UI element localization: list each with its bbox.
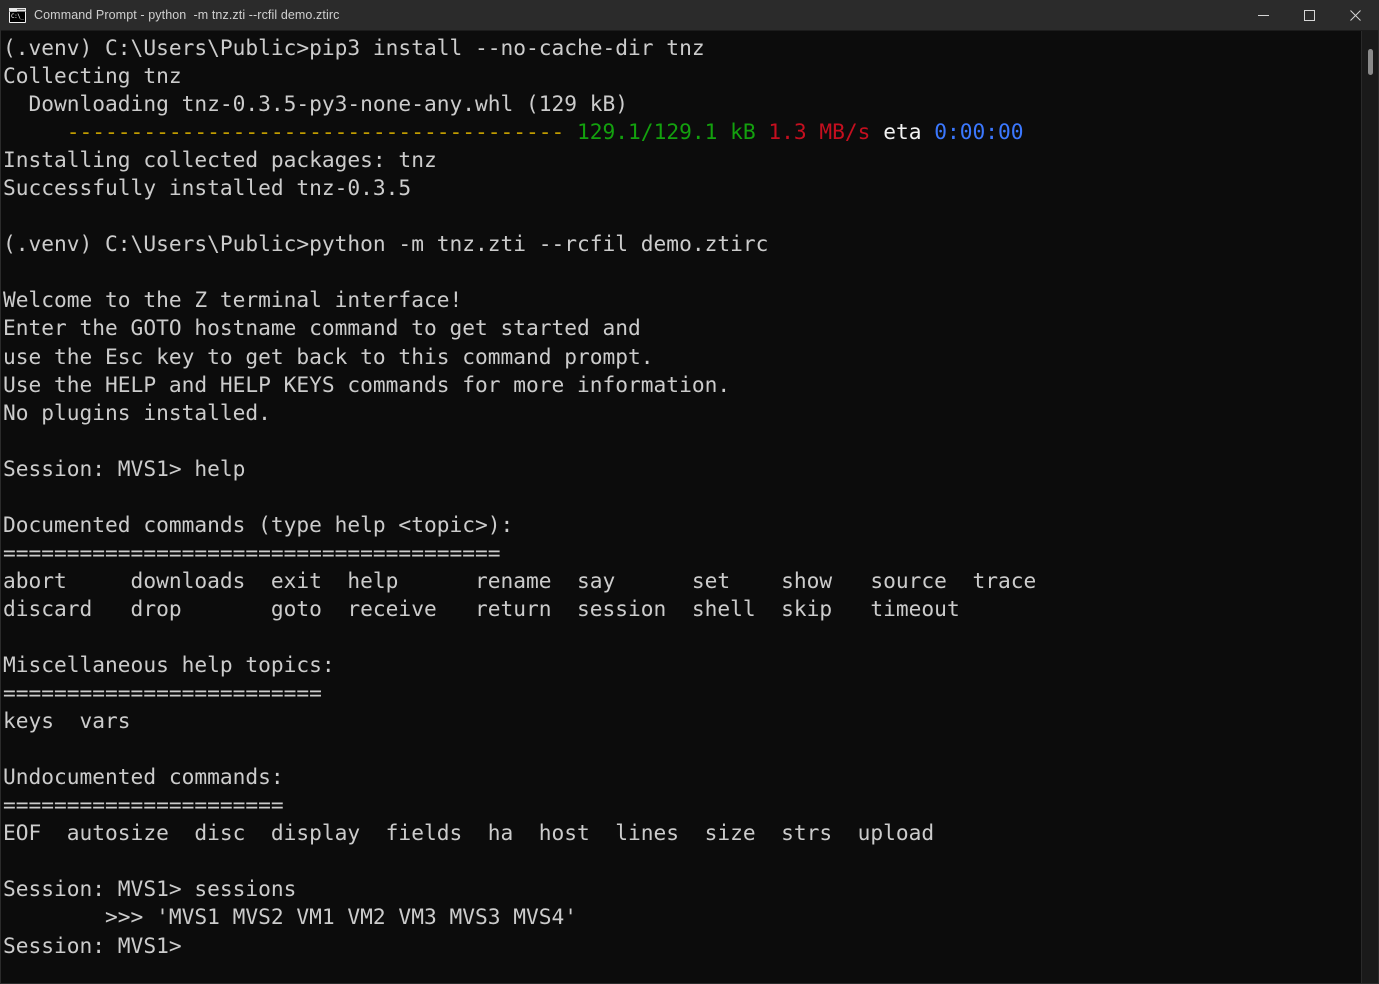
terminal-line: Enter the GOTO hostname command to get s…: [3, 314, 1361, 342]
terminal-line: Downloading tnz-0.3.5-py3-none-any.whl (…: [3, 90, 1361, 118]
terminal-line: Session: MVS1> sessions: [3, 875, 1361, 903]
terminal-text: ======================: [3, 792, 284, 817]
cmd-prompt-icon[interactable]: C:\_: [9, 8, 26, 23]
terminal-text: 129.1/129.1 kB: [577, 119, 756, 144]
terminal-line: keys vars: [3, 707, 1361, 735]
terminal-line: EOF autosize disc display fields ha host…: [3, 819, 1361, 847]
terminal-line: Use the HELP and HELP KEYS commands for …: [3, 371, 1361, 399]
terminal-text: [756, 119, 769, 144]
terminal-line: [3, 427, 1361, 455]
title-bar[interactable]: C:\_ Command Prompt - python -m tnz.zti …: [1, 0, 1378, 31]
terminal-text: >>> 'MVS1 MVS2 VM1 VM2 VM3 MVS3 MVS4': [3, 904, 577, 929]
terminal-text: Downloading tnz-0.3.5-py3-none-any.whl (…: [3, 91, 628, 116]
terminal-text: use the Esc key to get back to this comm…: [3, 344, 654, 369]
terminal-text: (.venv) C:\Users\Public>python -m tnz.zt…: [3, 231, 768, 256]
terminal-line: (.venv) C:\Users\Public>pip3 install --n…: [3, 34, 1361, 62]
terminal-line: =======================================: [3, 539, 1361, 567]
terminal-text: Collecting tnz: [3, 63, 182, 88]
terminal-line: Session: MVS1> help: [3, 455, 1361, 483]
terminal-text: EOF autosize disc display fields ha host…: [3, 820, 934, 845]
terminal-line: [3, 483, 1361, 511]
terminal-text: Undocumented commands:: [3, 764, 284, 789]
terminal-line: use the Esc key to get back to this comm…: [3, 343, 1361, 371]
terminal-line: (.venv) C:\Users\Public>python -m tnz.zt…: [3, 230, 1361, 258]
terminal-line: >>> 'MVS1 MVS2 VM1 VM2 VM3 MVS3 MVS4': [3, 903, 1361, 931]
terminal-text: Use the HELP and HELP KEYS commands for …: [3, 372, 730, 397]
terminal-text: eta: [883, 119, 921, 144]
terminal-text: Session: MVS1> sessions: [3, 876, 296, 901]
terminal-text: Successfully installed tnz-0.3.5: [3, 175, 411, 200]
terminal-text: [564, 119, 577, 144]
terminal-text: Miscellaneous help topics:: [3, 652, 335, 677]
window-title: Command Prompt - python -m tnz.zti --rcf…: [34, 8, 339, 22]
terminal-text: [3, 119, 67, 144]
terminal-line: Installing collected packages: tnz: [3, 146, 1361, 174]
terminal-line: discard drop goto receive return session…: [3, 595, 1361, 623]
terminal-line: [3, 623, 1361, 651]
terminal-line: Documented commands (type help <topic>):: [3, 511, 1361, 539]
terminal-text: 1.3 MB/s: [768, 119, 870, 144]
terminal-text: Installing collected packages: tnz: [3, 147, 437, 172]
terminal-line: Session: MVS1>: [3, 932, 1361, 960]
terminal-text: =======================================: [3, 540, 500, 565]
terminal-text: ---------------------------------------: [67, 119, 564, 144]
terminal-text: Session: MVS1> help: [3, 456, 245, 481]
minimize-button[interactable]: [1240, 0, 1286, 31]
terminal-area[interactable]: (.venv) C:\Users\Public>pip3 install --n…: [1, 31, 1378, 983]
terminal-line: [3, 258, 1361, 286]
close-button[interactable]: [1332, 0, 1378, 31]
terminal-line: abort downloads exit help rename say set…: [3, 567, 1361, 595]
terminal-text: abort downloads exit help rename say set…: [3, 568, 1036, 593]
vertical-scrollbar[interactable]: [1361, 31, 1378, 983]
terminal-text: discard drop goto receive return session…: [3, 596, 960, 621]
terminal-text: [870, 119, 883, 144]
terminal-text: =========================: [3, 680, 322, 705]
terminal-output[interactable]: (.venv) C:\Users\Public>pip3 install --n…: [1, 31, 1361, 983]
terminal-line: ======================: [3, 791, 1361, 819]
terminal-text: Enter the GOTO hostname command to get s…: [3, 315, 641, 340]
terminal-line: [3, 735, 1361, 763]
terminal-line: Successfully installed tnz-0.3.5: [3, 174, 1361, 202]
terminal-line: [3, 202, 1361, 230]
terminal-line: Welcome to the Z terminal interface!: [3, 286, 1361, 314]
terminal-text: Welcome to the Z terminal interface!: [3, 287, 462, 312]
terminal-text: 0:00:00: [934, 119, 1023, 144]
terminal-text: No plugins installed.: [3, 400, 271, 425]
terminal-line: --------------------------------------- …: [3, 118, 1361, 146]
terminal-text: Documented commands (type help <topic>):: [3, 512, 513, 537]
icon-screen-text: C:\_: [10, 12, 25, 22]
terminal-line: [3, 847, 1361, 875]
terminal-text: (.venv) C:\Users\Public>pip3 install --n…: [3, 35, 705, 60]
terminal-line: =========================: [3, 679, 1361, 707]
title-bar-left: C:\_ Command Prompt - python -m tnz.zti …: [1, 8, 339, 23]
terminal-line: Undocumented commands:: [3, 763, 1361, 791]
terminal-line: Miscellaneous help topics:: [3, 651, 1361, 679]
terminal-line: No plugins installed.: [3, 399, 1361, 427]
maximize-button[interactable]: [1286, 0, 1332, 31]
terminal-text: Session: MVS1>: [3, 933, 182, 958]
command-prompt-window: C:\_ Command Prompt - python -m tnz.zti …: [0, 0, 1379, 984]
terminal-text: [922, 119, 935, 144]
window-controls: [1240, 0, 1378, 31]
terminal-line: Collecting tnz: [3, 62, 1361, 90]
terminal-text: keys vars: [3, 708, 131, 733]
scrollbar-thumb[interactable]: [1368, 49, 1373, 75]
